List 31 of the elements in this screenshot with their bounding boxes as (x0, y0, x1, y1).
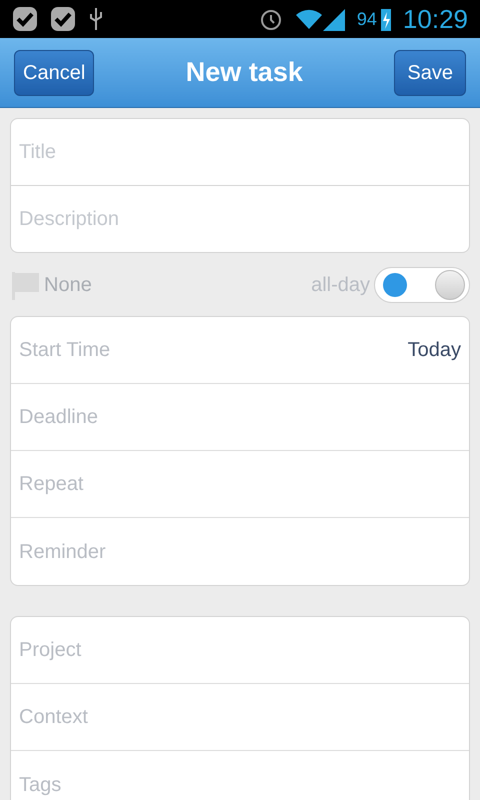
list-row[interactable]: Deadline (11, 384, 469, 451)
row-value: Today (408, 338, 461, 363)
checkmark-icon (50, 6, 76, 32)
save-button[interactable]: Save (394, 50, 466, 96)
list-row[interactable]: Start Time Today (11, 317, 469, 384)
row-label: Project (19, 638, 82, 663)
text-field[interactable]: Title (11, 119, 469, 185)
checkmark-icon (12, 6, 38, 32)
signal-icon (322, 7, 345, 31)
wifi-icon (294, 7, 323, 31)
row-label: Tags (19, 772, 62, 798)
row-label: Context (19, 705, 88, 730)
row-label: Repeat (19, 472, 84, 497)
battery-icon (380, 7, 391, 31)
battery-level: 94 (356, 8, 377, 30)
text-field[interactable]: Description (11, 186, 469, 252)
list-row[interactable]: Tags (11, 751, 469, 800)
row-label: Reminder (19, 540, 106, 564)
usb-icon (88, 6, 104, 32)
screen-title: New task (186, 56, 303, 90)
alarm-clock-icon (258, 7, 283, 31)
list-row[interactable]: Reminder (11, 518, 469, 585)
list-row[interactable]: Context (11, 684, 469, 751)
priority-selector[interactable]: None (10, 270, 92, 300)
clock: 10:29 (402, 2, 468, 36)
all-day-switch[interactable] (374, 266, 470, 302)
row-label: Deadline (19, 405, 98, 430)
list-row[interactable]: Project (11, 617, 469, 684)
row-label: Start Time (19, 338, 110, 363)
list-row[interactable]: Repeat (11, 451, 469, 518)
cancel-button[interactable]: Cancel (14, 50, 94, 96)
